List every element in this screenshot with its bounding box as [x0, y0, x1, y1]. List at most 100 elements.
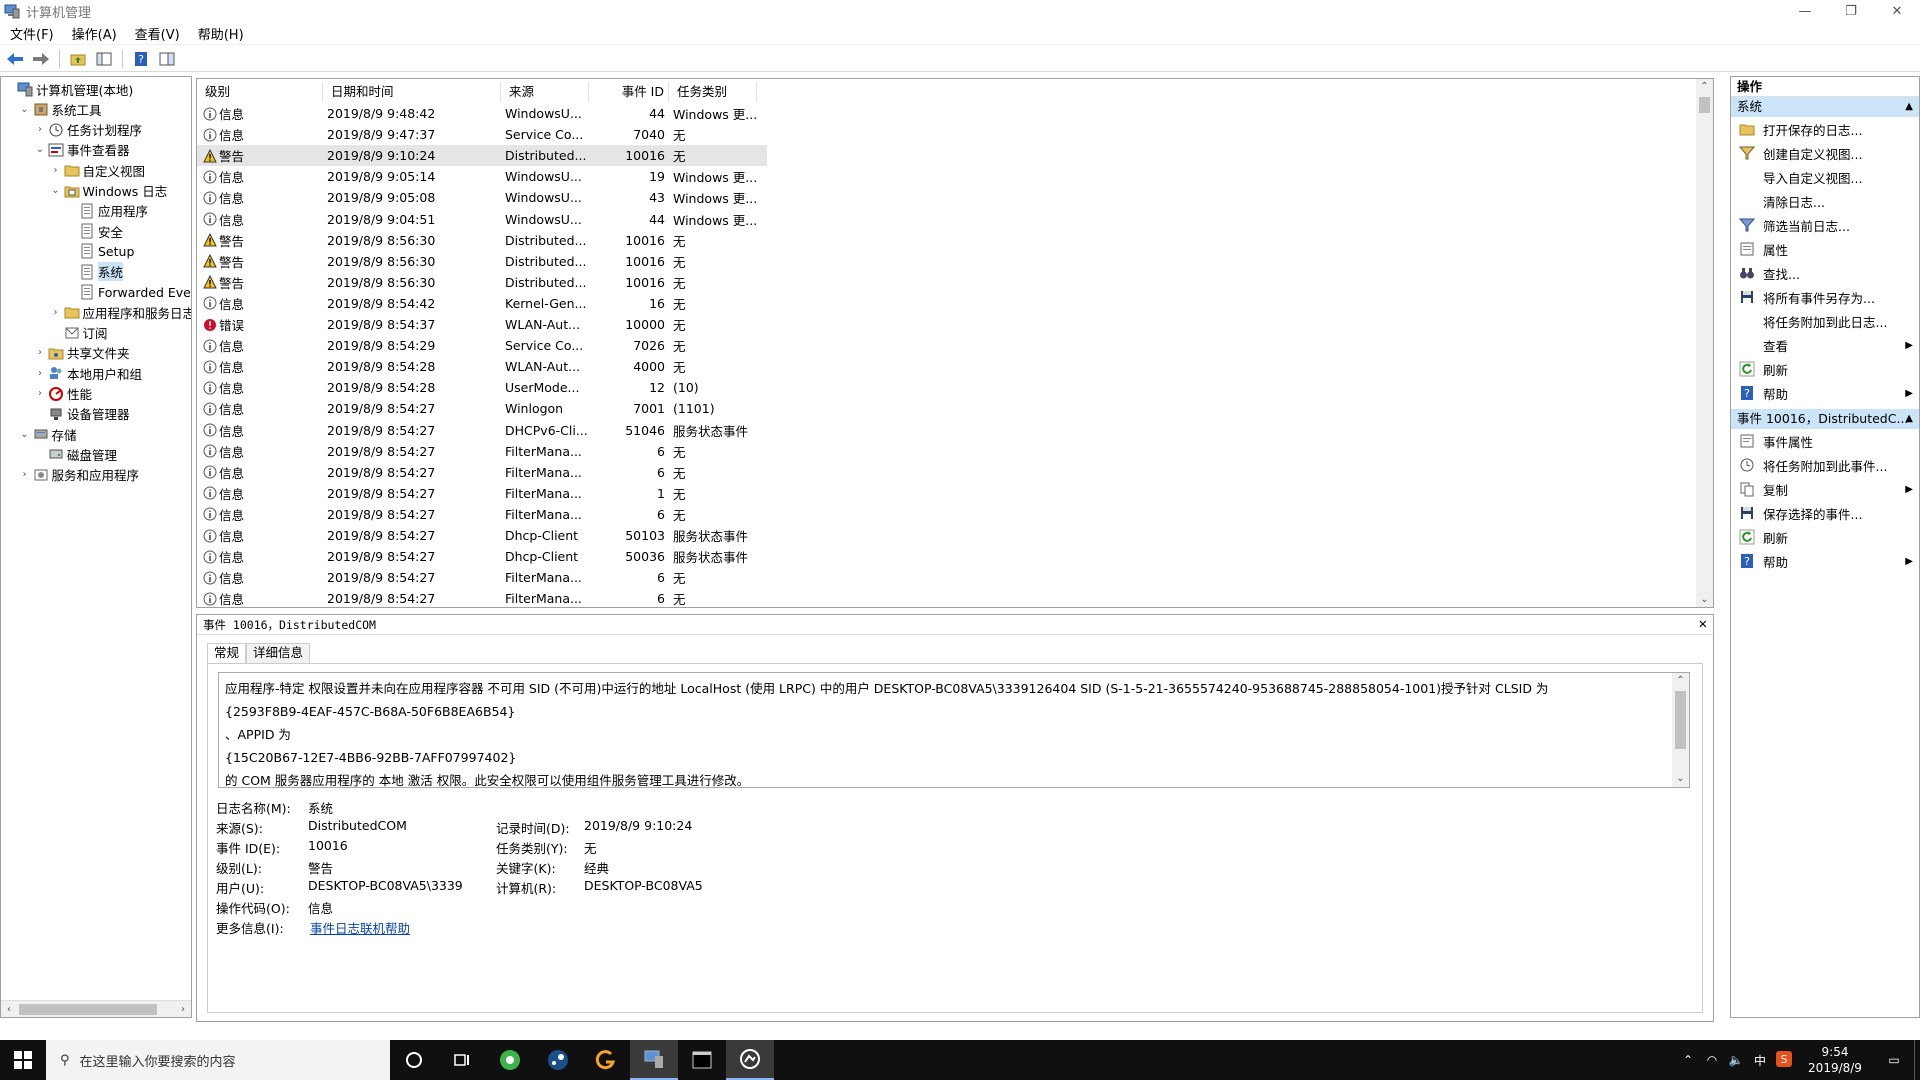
action-item[interactable]: 刷新 — [1731, 525, 1919, 549]
show-hide-action-pane-button[interactable] — [156, 48, 178, 70]
action-item[interactable]: 事件属性 — [1731, 429, 1919, 453]
tree-item[interactable]: Forwarded Eve — [65, 282, 191, 302]
tree-item[interactable]: ⌄ 事件查看器 — [34, 140, 130, 160]
event-row[interactable]: 警告 2019/8/9 8:56:30 Distributed... 10016 无 — [197, 251, 767, 272]
menu-help[interactable]: 帮助(H) — [188, 24, 252, 43]
volume-icon[interactable]: 🔈 — [1724, 1053, 1748, 1067]
scroll-left-icon[interactable]: ‹ — [1, 1001, 17, 1017]
taskbar-search-box[interactable]: ⚲ 在这里输入你要搜索的内容 — [46, 1040, 390, 1080]
close-detail-button[interactable]: ✕ — [1699, 616, 1707, 632]
scroll-thumb[interactable] — [19, 1004, 157, 1015]
expanded-chevron-icon[interactable]: ⌄ — [19, 104, 31, 115]
tree-item[interactable]: › 任务计划程序 — [34, 120, 142, 140]
tree-item[interactable]: 磁盘管理 — [34, 444, 117, 464]
action-item[interactable]: 清除日志... — [1731, 189, 1919, 213]
column-header-level[interactable]: 级别 — [197, 82, 323, 102]
event-row[interactable]: 信息 2019/8/9 9:05:14 WindowsU... 19 Windows 更… — [197, 166, 767, 187]
scroll-down-icon[interactable]: ⌄ — [1672, 771, 1689, 787]
scroll-up-icon[interactable]: ⌃ — [1696, 81, 1713, 92]
restore-button[interactable]: ❐ — [1828, 0, 1874, 22]
event-row[interactable]: 信息 2019/8/9 8:54:27 DHCPv6-Cli... 51046 服务状态… — [197, 420, 767, 441]
show-desktop-button[interactable] — [1914, 1040, 1920, 1080]
tree-item[interactable]: › 服务和应用程序 — [19, 465, 140, 485]
action-item[interactable]: 复制 ▶ — [1731, 477, 1919, 501]
event-row[interactable]: 信息 2019/8/9 8:54:42 Kernel-Gen... 16 无 — [197, 293, 767, 314]
actions-section-event[interactable]: 事件 10016，DistributedC... ▲ — [1731, 409, 1919, 429]
menu-file[interactable]: 文件(F) — [0, 24, 62, 43]
event-row[interactable]: 信息 2019/8/9 8:54:29 Service Co... 7026 无 — [197, 335, 767, 356]
event-row[interactable]: 信息 2019/8/9 9:05:08 WindowsU... 43 Windows 更… — [197, 187, 767, 208]
ime-indicator[interactable]: 中 — [1748, 1052, 1772, 1069]
sogou-icon[interactable]: S — [1772, 1050, 1796, 1070]
action-item[interactable]: 刷新 — [1731, 357, 1919, 381]
event-row[interactable]: 信息 2019/8/9 8:54:27 FilterMana... 6 无 — [197, 441, 767, 462]
expanded-chevron-icon[interactable]: ⌄ — [50, 185, 62, 196]
event-row[interactable]: 信息 2019/8/9 9:47:37 Service Co... 7040 无 — [197, 124, 767, 145]
collapsed-chevron-icon[interactable]: › — [50, 165, 62, 176]
help-toolbar-button[interactable]: ? — [130, 48, 152, 70]
start-button[interactable] — [0, 1040, 46, 1080]
notification-icon[interactable]: ▭ — [1874, 1053, 1914, 1067]
event-row[interactable]: 信息 2019/8/9 9:48:42 WindowsU... 44 Windows 更… — [197, 103, 767, 124]
close-button[interactable]: ✕ — [1874, 0, 1920, 22]
tree-item[interactable]: › 应用程序和服务日志 — [50, 302, 192, 322]
forward-button[interactable] — [30, 48, 52, 70]
event-message-box[interactable]: 应用程序-特定 权限设置并未向在应用程序容器 不可用 SID (不可用)中运行的… — [218, 672, 1690, 788]
tab-general[interactable]: 常规 — [207, 643, 247, 663]
tree-horizontal-scrollbar[interactable]: ‹ › — [1, 1000, 191, 1017]
tree-item[interactable]: 计算机管理(本地) — [3, 79, 133, 99]
event-list-scrollbar[interactable]: ⌃ ⌄ — [1696, 79, 1713, 607]
chevron-up-icon[interactable]: ⌃ — [1676, 1053, 1700, 1067]
scroll-thumb[interactable] — [1699, 97, 1710, 113]
action-item[interactable]: 筛选当前日志... — [1731, 213, 1919, 237]
collapsed-chevron-icon[interactable]: › — [34, 388, 46, 399]
tree-item[interactable]: › 自定义视图 — [50, 160, 146, 180]
scroll-right-icon[interactable]: › — [175, 1001, 191, 1017]
tree-item[interactable]: ⌄ 存储 — [19, 424, 76, 444]
taskbar-app-screenshot[interactable] — [726, 1040, 774, 1080]
minimize-button[interactable]: — — [1782, 0, 1828, 22]
tree-item[interactable]: › 共享文件夹 — [34, 343, 130, 363]
action-item[interactable]: ? 帮助 ▶ — [1731, 549, 1919, 573]
collapsed-chevron-icon[interactable]: › — [50, 307, 62, 318]
up-level-button[interactable] — [67, 48, 89, 70]
event-row[interactable]: 信息 2019/8/9 9:04:51 WindowsU... 44 Windows 更… — [197, 209, 767, 230]
collapsed-chevron-icon[interactable]: › — [34, 124, 46, 135]
action-item[interactable]: 将任务附加到此日志... — [1731, 309, 1919, 333]
action-item[interactable]: 导入自定义视图... — [1731, 165, 1919, 189]
collapsed-chevron-icon[interactable]: › — [19, 469, 31, 480]
tree-item[interactable]: › 性能 — [34, 384, 92, 404]
menu-view[interactable]: 查看(V) — [125, 24, 188, 43]
tree-item[interactable]: Setup — [65, 241, 134, 261]
column-header-event-id[interactable]: 事件 ID — [589, 82, 669, 102]
event-row[interactable]: 信息 2019/8/9 8:54:27 FilterMana... 6 无 — [197, 462, 767, 483]
column-header-task-category[interactable]: 任务类别 — [669, 82, 757, 102]
event-row[interactable]: 信息 2019/8/9 8:54:27 FilterMana... 6 无 — [197, 567, 767, 588]
tree-item[interactable]: 系统 — [65, 262, 124, 282]
action-item[interactable]: 属性 — [1731, 237, 1919, 261]
taskbar-app-steam[interactable] — [534, 1040, 582, 1080]
back-button[interactable] — [4, 48, 26, 70]
event-row[interactable]: 错误 2019/8/9 8:54:37 WLAN-Aut... 10000 无 — [197, 314, 767, 335]
event-row[interactable]: 信息 2019/8/9 8:54:27 Winlogon 7001 (1101) — [197, 398, 767, 419]
menu-action[interactable]: 操作(A) — [62, 24, 125, 43]
tree-item[interactable]: 安全 — [65, 221, 123, 241]
task-view-button[interactable] — [438, 1040, 486, 1080]
action-item[interactable]: 将所有事件另存为... — [1731, 285, 1919, 309]
event-row[interactable]: 警告 2019/8/9 9:10:24 Distributed... 10016 无 — [197, 145, 767, 167]
taskbar-app-orange[interactable] — [582, 1040, 630, 1080]
tree-item[interactable]: 订阅 — [50, 323, 108, 343]
action-item[interactable]: 查找... — [1731, 261, 1919, 285]
tree-item[interactable]: ⌄ Windows 日志 — [50, 181, 167, 201]
actions-section-system[interactable]: 系统 ▲ — [1731, 97, 1919, 117]
event-log-online-help-link[interactable]: 事件日志联机帮助 — [310, 918, 410, 937]
show-hide-tree-button[interactable] — [93, 48, 115, 70]
message-scrollbar[interactable]: ⌃ ⌄ — [1672, 673, 1689, 787]
action-item[interactable]: 将任务附加到此事件... — [1731, 453, 1919, 477]
scroll-thumb[interactable] — [1675, 691, 1686, 749]
event-row[interactable]: 信息 2019/8/9 8:54:27 FilterMana... 6 无 — [197, 504, 767, 525]
taskbar-app-computer-management[interactable] — [630, 1040, 678, 1080]
tree-item[interactable]: 设备管理器 — [34, 404, 130, 424]
collapsed-chevron-icon[interactable]: › — [34, 368, 46, 379]
tree-item[interactable]: 应用程序 — [65, 201, 148, 221]
